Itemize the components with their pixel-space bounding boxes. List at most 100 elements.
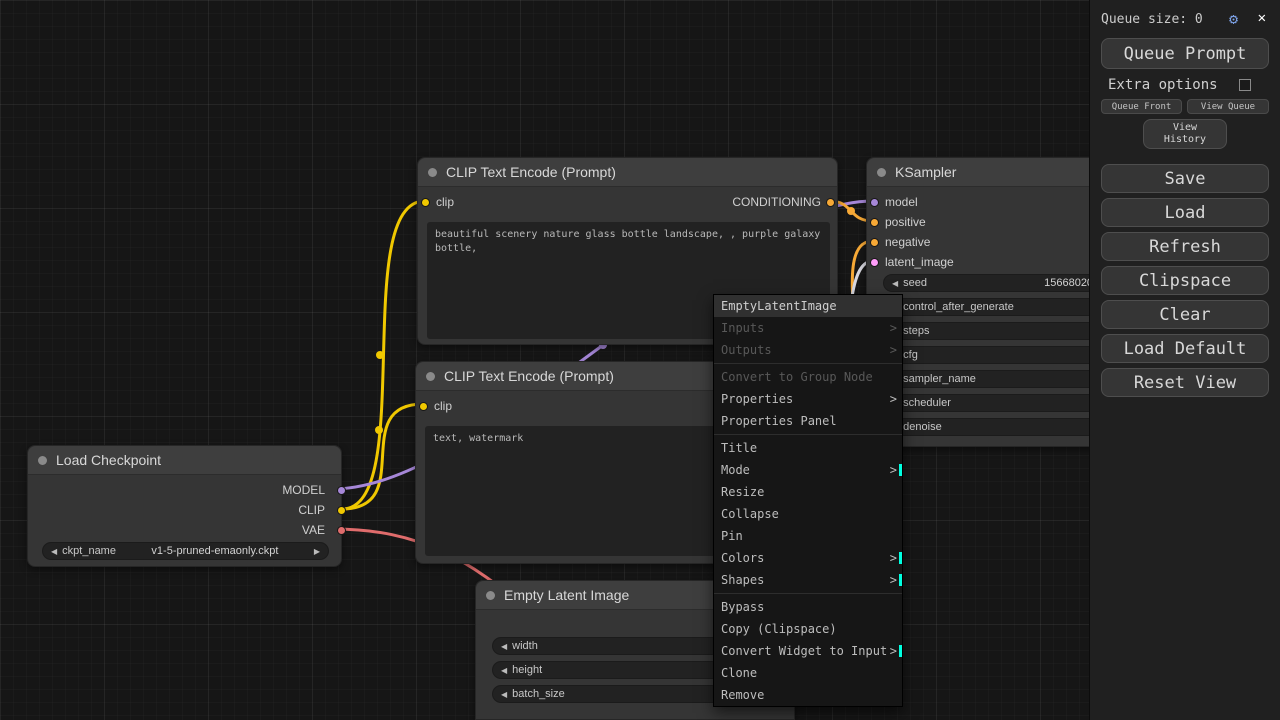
widget-label: seed bbox=[903, 277, 928, 289]
menu-item-mode[interactable]: Mode > bbox=[714, 459, 902, 481]
accent-mark bbox=[899, 645, 902, 657]
node-title: Load Checkpoint bbox=[56, 452, 162, 468]
menu-item-clone[interactable]: Clone bbox=[714, 662, 902, 684]
queue-front-button[interactable]: Queue Front bbox=[1101, 99, 1182, 114]
wire-clip-to-negative bbox=[340, 402, 425, 511]
input-port-model[interactable] bbox=[870, 198, 879, 207]
input-label-clip: clip bbox=[434, 399, 453, 413]
menu-item-bypass[interactable]: Bypass bbox=[714, 596, 902, 618]
menu-item-resize[interactable]: Resize bbox=[714, 481, 902, 503]
widget-label: sampler_name bbox=[903, 373, 976, 385]
clear-button[interactable]: Clear bbox=[1101, 300, 1269, 329]
settings-gear-icon[interactable]: ⚙ bbox=[1229, 10, 1238, 28]
submenu-arrow-icon: > bbox=[889, 343, 897, 357]
prev-arrow-icon[interactable]: ◀ bbox=[501, 690, 507, 699]
submenu-arrow-icon: > bbox=[889, 644, 897, 658]
node-context-menu: EmptyLatentImage Inputs > Outputs > Conver… bbox=[713, 294, 903, 707]
menu-separator bbox=[714, 593, 902, 594]
menu-item-inputs: Inputs > bbox=[714, 317, 902, 339]
menu-item-convert-to-group-node: Convert to Group Node bbox=[721, 370, 873, 384]
prev-arrow-icon[interactable]: ◀ bbox=[892, 279, 898, 288]
link-dot bbox=[847, 207, 855, 215]
collapse-dot-icon[interactable] bbox=[428, 167, 437, 177]
prev-arrow-icon[interactable]: ◀ bbox=[501, 666, 507, 675]
widget-value: v1-5-pruned-emaonly.ckpt bbox=[151, 545, 279, 557]
ckpt-name-widget[interactable]: ◀ ckpt_name v1-5-pruned-emaonly.ckpt ▶ bbox=[42, 542, 329, 560]
node-title-bar[interactable]: CLIP Text Encode (Prompt) bbox=[418, 158, 837, 187]
menu-item-copy-clipspace[interactable]: Copy (Clipspace) bbox=[714, 618, 902, 640]
output-port-clip[interactable] bbox=[337, 506, 346, 515]
input-port-clip[interactable] bbox=[421, 198, 430, 207]
widget-label: denoise bbox=[903, 421, 942, 433]
input-port-clip[interactable] bbox=[419, 402, 428, 411]
accent-mark bbox=[899, 464, 902, 476]
output-port-model[interactable] bbox=[337, 486, 346, 495]
node-load-checkpoint[interactable]: Load Checkpoint MODEL CLIP VAE ◀ ckpt_na… bbox=[27, 445, 346, 567]
output-label-model: MODEL bbox=[282, 483, 325, 497]
submenu-arrow-icon: > bbox=[889, 463, 897, 477]
menu-item-properties-panel[interactable]: Properties Panel bbox=[714, 410, 902, 432]
comfyui-canvas[interactable]: Load Checkpoint MODEL CLIP VAE ◀ ckpt_na… bbox=[0, 0, 1280, 720]
next-arrow-icon[interactable]: ▶ bbox=[314, 547, 320, 556]
clipspace-button[interactable]: Clipspace bbox=[1101, 266, 1269, 295]
output-port-vae[interactable] bbox=[337, 526, 346, 535]
input-port-positive[interactable] bbox=[870, 218, 879, 227]
node-title: CLIP Text Encode (Prompt) bbox=[444, 368, 614, 384]
menu-separator bbox=[714, 434, 902, 435]
collapse-dot-icon[interactable] bbox=[426, 371, 435, 381]
extra-options-checkbox[interactable] bbox=[1239, 79, 1251, 91]
widget-label: batch_size bbox=[512, 688, 565, 700]
widget-label: width bbox=[512, 640, 538, 652]
input-label-negative: negative bbox=[885, 235, 931, 249]
view-queue-button[interactable]: View Queue bbox=[1187, 99, 1269, 114]
input-label-model: model bbox=[885, 195, 918, 209]
input-port-latent-image[interactable] bbox=[870, 258, 879, 267]
collapse-dot-icon[interactable] bbox=[38, 455, 47, 465]
widget-label: cfg bbox=[903, 349, 918, 361]
view-history-button[interactable]: View History bbox=[1143, 119, 1227, 149]
accent-mark bbox=[899, 574, 902, 586]
menu-item-pin[interactable]: Pin bbox=[714, 525, 902, 547]
input-label-clip: clip bbox=[436, 195, 455, 209]
menu-item-shapes[interactable]: Shapes > bbox=[714, 569, 902, 591]
menu-item-properties[interactable]: Properties > bbox=[714, 388, 902, 410]
queue-prompt-button[interactable]: Queue Prompt bbox=[1101, 38, 1269, 69]
node-title: Empty Latent Image bbox=[504, 587, 630, 603]
menu-item-outputs: Outputs > bbox=[714, 339, 902, 361]
submenu-arrow-icon: > bbox=[889, 573, 897, 587]
output-label-conditioning: CONDITIONING bbox=[732, 195, 821, 209]
menu-item-title[interactable]: Title bbox=[714, 437, 902, 459]
menu-item-convert-widget-to-input[interactable]: Convert Widget to Input > bbox=[714, 640, 902, 662]
refresh-button[interactable]: Refresh bbox=[1101, 232, 1269, 261]
load-default-button[interactable]: Load Default bbox=[1101, 334, 1269, 363]
output-port-conditioning[interactable] bbox=[826, 198, 835, 207]
menu-item-remove[interactable]: Remove bbox=[714, 684, 902, 706]
save-button[interactable]: Save bbox=[1101, 164, 1269, 193]
widget-label: steps bbox=[903, 325, 930, 337]
extra-options-label: Extra options bbox=[1108, 77, 1218, 93]
widget-label: ckpt_name bbox=[62, 545, 116, 557]
close-icon[interactable]: ✕ bbox=[1258, 10, 1266, 26]
node-title: CLIP Text Encode (Prompt) bbox=[446, 164, 616, 180]
comfyui-menu-panel: Queue size: 0 ⚙ ✕ Queue Prompt Extra opt… bbox=[1089, 0, 1280, 720]
accent-mark bbox=[899, 552, 902, 564]
node-title-bar[interactable]: Load Checkpoint bbox=[28, 446, 341, 475]
submenu-arrow-icon: > bbox=[889, 392, 897, 406]
input-port-negative[interactable] bbox=[870, 238, 879, 247]
menu-item-colors[interactable]: Colors > bbox=[714, 547, 902, 569]
submenu-arrow-icon: > bbox=[889, 321, 897, 335]
load-button[interactable]: Load bbox=[1101, 198, 1269, 227]
output-label-vae: VAE bbox=[301, 523, 325, 537]
collapse-dot-icon[interactable] bbox=[877, 167, 886, 177]
prev-arrow-icon[interactable]: ◀ bbox=[501, 642, 507, 651]
output-label-clip: CLIP bbox=[298, 503, 325, 517]
context-menu-title: EmptyLatentImage bbox=[714, 295, 902, 317]
input-label-latent-image: latent_image bbox=[885, 255, 954, 269]
collapse-dot-icon[interactable] bbox=[486, 590, 495, 600]
node-title: KSampler bbox=[895, 164, 957, 180]
link-dot bbox=[375, 426, 383, 434]
widget-label: control_after_generate bbox=[903, 301, 1014, 313]
menu-item-collapse[interactable]: Collapse bbox=[714, 503, 902, 525]
prev-arrow-icon[interactable]: ◀ bbox=[51, 547, 57, 556]
reset-view-button[interactable]: Reset View bbox=[1101, 368, 1269, 397]
